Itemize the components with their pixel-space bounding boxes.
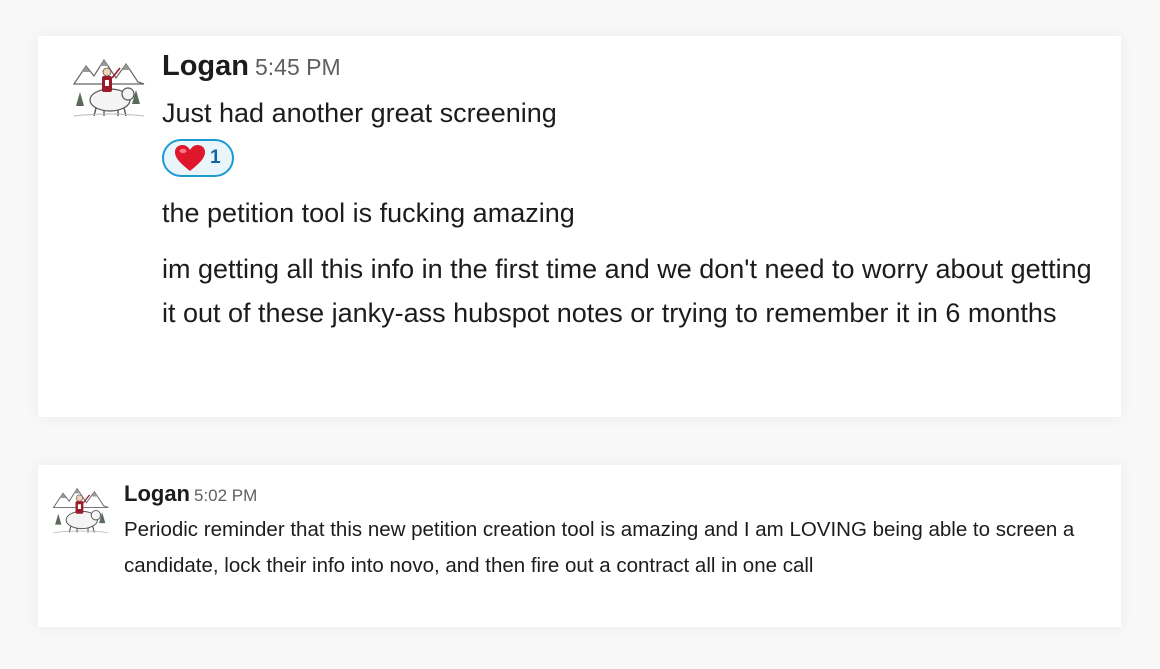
author-name[interactable]: Logan bbox=[124, 481, 190, 506]
message-card: Logan 5:02 PM Periodic reminder that this… bbox=[38, 465, 1121, 627]
timestamp[interactable]: 5:02 PM bbox=[194, 486, 257, 505]
author-name[interactable]: Logan bbox=[162, 50, 249, 82]
reaction-count: 1 bbox=[210, 147, 221, 168]
message-text: Just had another great screening bbox=[162, 98, 557, 128]
timestamp[interactable]: 5:45 PM bbox=[255, 54, 341, 80]
message-body: Logan 5:02 PM Periodic reminder that this… bbox=[124, 479, 1104, 584]
reaction-pill[interactable]: 1 bbox=[162, 139, 234, 177]
avatar[interactable] bbox=[52, 483, 110, 535]
message-text: im getting all this info in the first ti… bbox=[162, 254, 1092, 328]
avatar-illustration-icon bbox=[72, 58, 145, 117]
avatar[interactable] bbox=[72, 54, 146, 118]
message-header: Logan 5:02 PM bbox=[124, 479, 1104, 512]
message-card: Logan 5:45 PM Just had another great scre… bbox=[38, 36, 1121, 417]
message-text: Periodic reminder that this new petition… bbox=[124, 518, 1075, 577]
message-body: Logan 5:45 PM Just had another great scre… bbox=[162, 46, 1092, 335]
message-header: Logan 5:45 PM bbox=[162, 46, 1092, 91]
heart-emoji-icon bbox=[174, 144, 206, 172]
avatar-illustration-icon bbox=[52, 487, 109, 533]
message-text: the petition tool is fucking amazing bbox=[162, 198, 575, 228]
